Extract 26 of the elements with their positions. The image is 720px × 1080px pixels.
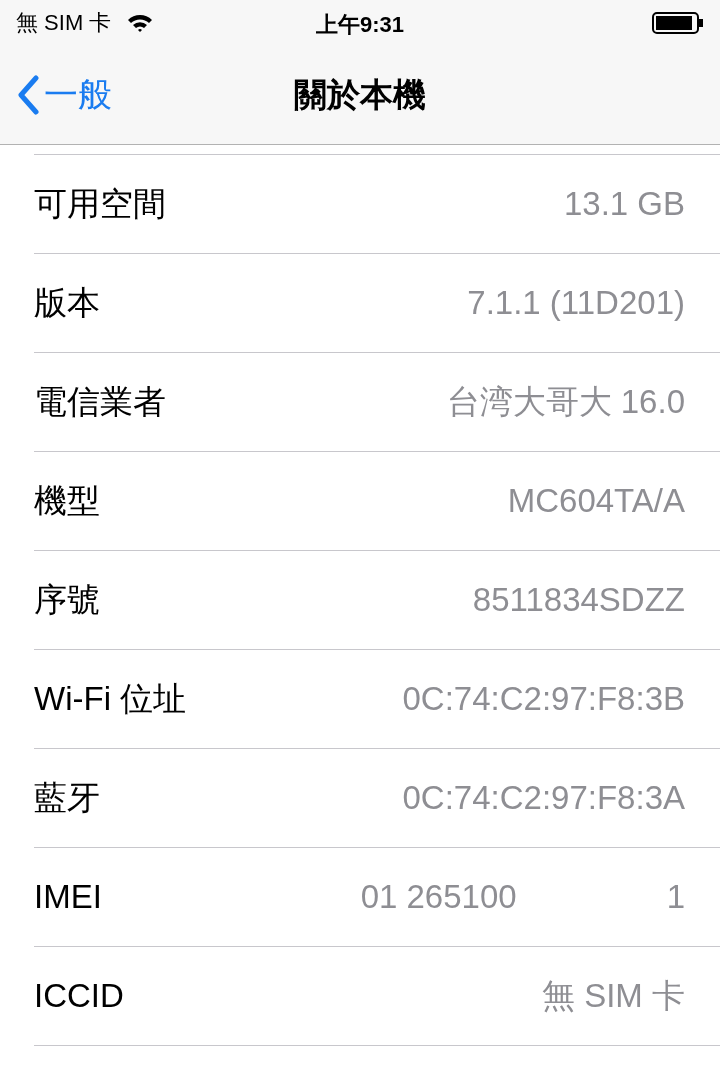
row-label: 版本 [34,283,100,324]
row-value: 1 [666,877,685,918]
row-label: IMEI [34,877,102,918]
clock-text: 上午9:31 [316,11,404,39]
row-value: 0C:74:C2:97:F8:3A [402,778,685,819]
battery-icon [652,11,704,34]
row-label: ICCID [34,976,124,1017]
row-value: 8511834SDZZ [472,580,685,621]
carrier-text: 無 SIM 卡 [16,9,112,37]
row-value: 無 SIM 卡 [542,976,685,1017]
row-label: 機型 [34,481,100,522]
row-value: 13.1 GB [563,184,685,225]
row-label: 電信業者 [34,382,166,423]
row-value: 7.1.1 (11D201) [467,283,685,324]
row-label: 序號 [34,580,100,621]
row-value: 01 265100 [360,877,517,918]
back-button[interactable]: 一般 [16,69,112,120]
row-value: 台湾大哥大 16.0 [446,382,685,423]
row-label: 可用空間 [34,184,166,225]
row-label: Wi-Fi 位址 [34,679,187,720]
row-value: MC604TA/A [507,481,685,522]
row-value: 0C:74:C2:97:F8:3B [402,679,685,720]
wifi-icon [127,12,154,33]
chevron-left-icon [16,74,40,115]
page-title: 關於本機 [294,74,426,115]
row-label: 藍牙 [34,778,100,819]
